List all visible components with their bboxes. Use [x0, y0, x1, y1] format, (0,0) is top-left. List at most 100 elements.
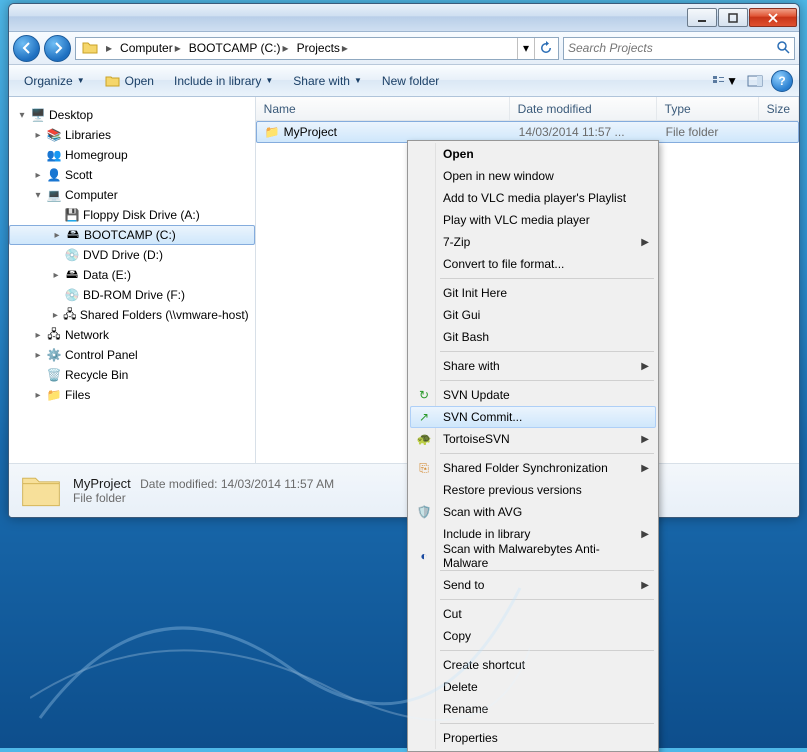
- breadcrumb-bootcamp[interactable]: BOOTCAMP (C:) ▸: [185, 38, 293, 59]
- details-type: File folder: [73, 491, 334, 505]
- mbam-icon: ◐: [415, 549, 433, 563]
- homegroup-icon: 👥: [45, 148, 63, 162]
- address-bar[interactable]: ▸ Computer ▸ BOOTCAMP (C:) ▸ Projects ▸ …: [75, 37, 559, 60]
- tree-bootcamp[interactable]: ▸🖴BOOTCAMP (C:): [9, 225, 255, 245]
- svn-update-icon: ↻: [415, 388, 433, 402]
- menu-tortoisesvn[interactable]: 🐢TortoiseSVN▶: [410, 428, 656, 450]
- tree-user[interactable]: ▸👤Scott: [9, 165, 255, 185]
- view-options-button[interactable]: ▼: [711, 70, 739, 92]
- details-name: MyProject: [73, 476, 131, 491]
- menu-convert[interactable]: Convert to file format...: [410, 253, 656, 275]
- network-icon: 🖧: [45, 325, 63, 346]
- close-button[interactable]: [749, 8, 797, 27]
- menu-rename[interactable]: Rename: [410, 698, 656, 720]
- submenu-arrow-icon: ▶: [641, 580, 649, 591]
- breadcrumb-projects[interactable]: Projects ▸: [293, 38, 352, 59]
- breadcrumb-dropdown[interactable]: ▸: [102, 38, 116, 59]
- tree-computer[interactable]: ▾💻Computer: [9, 185, 255, 205]
- command-bar: Organize ▼ Open Include in library ▼ Sha…: [9, 65, 799, 97]
- refresh-button[interactable]: [534, 38, 556, 59]
- user-icon: 👤: [45, 168, 63, 182]
- include-library-button[interactable]: Include in library ▼: [165, 69, 282, 93]
- folder-icon: [19, 469, 63, 513]
- column-size[interactable]: Size: [759, 97, 799, 120]
- drive-icon: 🖴: [64, 225, 82, 246]
- submenu-arrow-icon: ▶: [641, 237, 649, 248]
- folder-warning-icon: 📁: [265, 125, 280, 139]
- column-date[interactable]: Date modified: [510, 97, 657, 120]
- search-icon: [776, 40, 790, 57]
- context-menu: Open Open in new window Add to VLC media…: [407, 140, 659, 752]
- menu-git-init[interactable]: Git Init Here: [410, 282, 656, 304]
- menu-svn-update[interactable]: ↻SVN Update: [410, 384, 656, 406]
- maximize-button[interactable]: [718, 8, 748, 27]
- menu-properties[interactable]: Properties: [410, 727, 656, 749]
- drive-icon: 🖴: [63, 265, 81, 286]
- libraries-icon: 📚: [45, 128, 63, 142]
- preview-pane-button[interactable]: [741, 70, 769, 92]
- menu-scan-mbam[interactable]: ◐Scan with Malwarebytes Anti-Malware: [410, 545, 656, 567]
- folder-open-icon: [105, 74, 121, 88]
- menu-send-to[interactable]: Send to▶: [410, 574, 656, 596]
- menu-cut[interactable]: Cut: [410, 603, 656, 625]
- search-box[interactable]: [563, 37, 795, 60]
- address-history-dropdown[interactable]: ▾: [517, 38, 534, 59]
- menu-git-bash[interactable]: Git Bash: [410, 326, 656, 348]
- tree-recycle-bin[interactable]: 🗑️Recycle Bin: [9, 365, 255, 385]
- menu-delete[interactable]: Delete: [410, 676, 656, 698]
- tree-homegroup[interactable]: 👥Homegroup: [9, 145, 255, 165]
- nav-bar: ▸ Computer ▸ BOOTCAMP (C:) ▸ Projects ▸ …: [9, 32, 799, 65]
- control-panel-icon: ⚙️: [45, 348, 63, 362]
- submenu-arrow-icon: ▶: [641, 529, 649, 540]
- menu-git-gui[interactable]: Git Gui: [410, 304, 656, 326]
- details-pane: MyProject Date modified: 14/03/2014 11:5…: [9, 463, 799, 517]
- help-button[interactable]: ?: [771, 70, 793, 92]
- tree-data[interactable]: ▸🖴Data (E:): [9, 265, 255, 285]
- avg-icon: 🛡️: [415, 505, 433, 519]
- tree-libraries[interactable]: ▸📚Libraries: [9, 125, 255, 145]
- new-folder-button[interactable]: New folder: [373, 69, 448, 93]
- organize-button[interactable]: Organize ▼: [15, 69, 94, 93]
- tree-dvd[interactable]: 💿DVD Drive (D:): [9, 245, 255, 265]
- column-headers: Name Date modified Type Size: [256, 97, 799, 121]
- floppy-icon: 💾: [63, 208, 81, 222]
- tree-bdrom[interactable]: 💿BD-ROM Drive (F:): [9, 285, 255, 305]
- menu-create-shortcut[interactable]: Create shortcut: [410, 654, 656, 676]
- svn-commit-icon: ↗: [415, 410, 433, 424]
- forward-button[interactable]: [44, 35, 71, 62]
- menu-svn-commit[interactable]: ↗SVN Commit...: [410, 406, 656, 428]
- folder-icon: 📁: [45, 388, 63, 402]
- menu-open[interactable]: Open: [410, 143, 656, 165]
- search-input[interactable]: [568, 41, 772, 55]
- menu-copy[interactable]: Copy: [410, 625, 656, 647]
- menu-7zip[interactable]: 7-Zip▶: [410, 231, 656, 253]
- menu-vlc-play[interactable]: Play with VLC media player: [410, 209, 656, 231]
- open-button[interactable]: Open: [96, 69, 163, 93]
- breadcrumb-computer[interactable]: Computer ▸: [116, 38, 185, 59]
- menu-restore-versions[interactable]: Restore previous versions: [410, 479, 656, 501]
- file-date: 14/03/2014 11:57 ...: [511, 125, 658, 139]
- column-type[interactable]: Type: [657, 97, 759, 120]
- breadcrumb-label: Projects: [297, 41, 340, 55]
- file-type: File folder: [658, 125, 760, 139]
- tree-control-panel[interactable]: ▸⚙️Control Panel: [9, 345, 255, 365]
- folder-icon: [82, 40, 98, 56]
- column-name[interactable]: Name: [256, 97, 510, 120]
- menu-vlc-add[interactable]: Add to VLC media player's Playlist: [410, 187, 656, 209]
- minimize-button[interactable]: [687, 8, 717, 27]
- tree-floppy[interactable]: 💾Floppy Disk Drive (A:): [9, 205, 255, 225]
- menu-scan-avg[interactable]: 🛡️Scan with AVG: [410, 501, 656, 523]
- navigation-tree[interactable]: ▾🖥️Desktop ▸📚Libraries 👥Homegroup ▸👤Scot…: [9, 97, 256, 463]
- explorer-body: ▾🖥️Desktop ▸📚Libraries 👥Homegroup ▸👤Scot…: [9, 97, 799, 463]
- menu-shared-sync[interactable]: ⎘Shared Folder Synchronization▶: [410, 457, 656, 479]
- menu-open-new-window[interactable]: Open in new window: [410, 165, 656, 187]
- menu-share-with[interactable]: Share with▶: [410, 355, 656, 377]
- tree-files[interactable]: ▸📁Files: [9, 385, 255, 405]
- tree-shared[interactable]: ▸🖧Shared Folders (\\vmware-host): [9, 305, 255, 325]
- back-button[interactable]: [13, 35, 40, 62]
- share-with-button[interactable]: Share with ▼: [284, 69, 371, 93]
- tree-network[interactable]: ▸🖧Network: [9, 325, 255, 345]
- file-name: MyProject: [284, 125, 337, 139]
- breadcrumb-label: Computer: [120, 41, 173, 55]
- tree-desktop[interactable]: ▾🖥️Desktop: [9, 105, 255, 125]
